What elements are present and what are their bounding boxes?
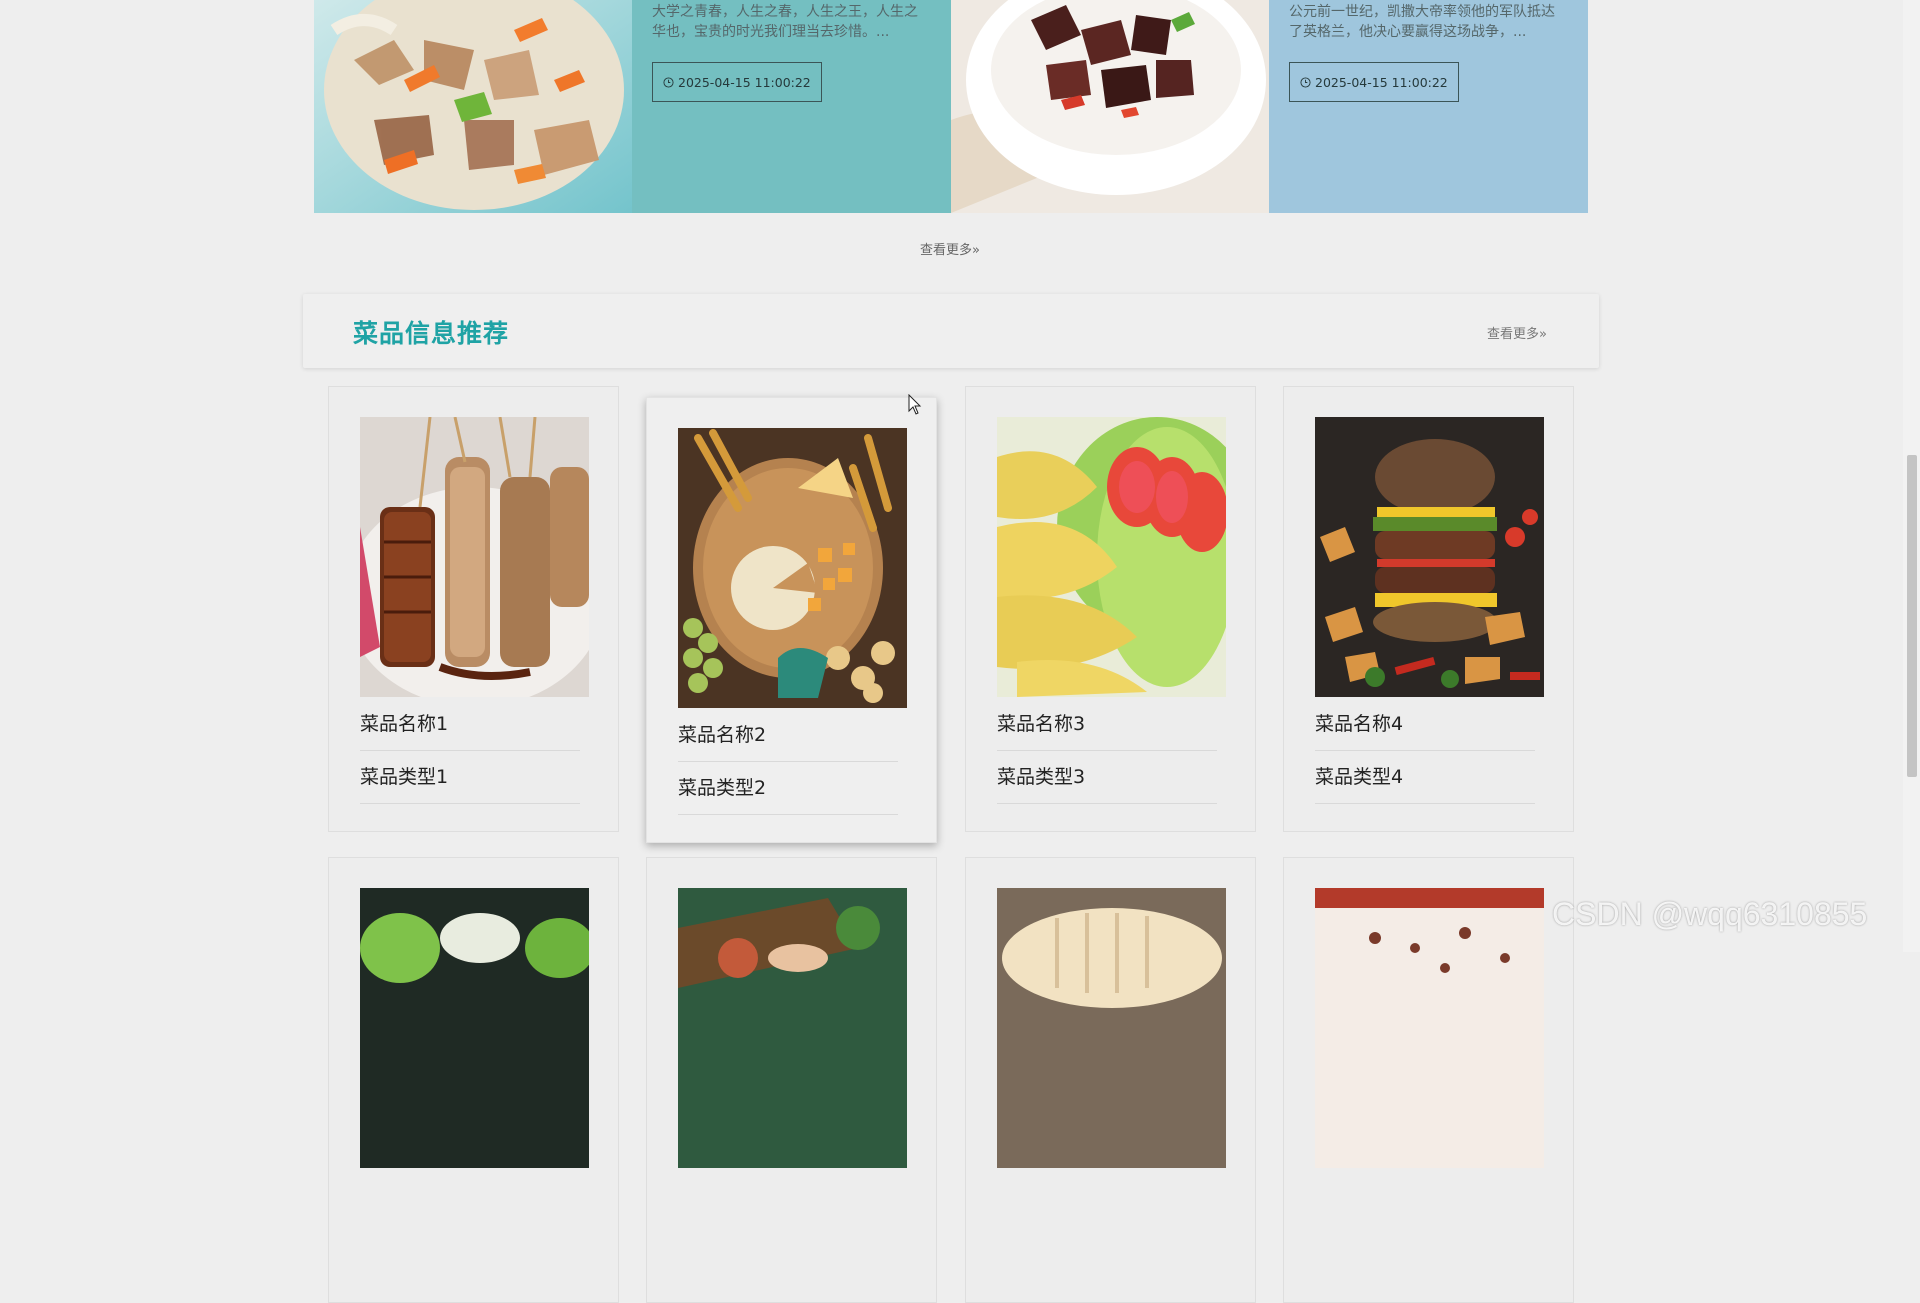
news-more-link[interactable]: 查看更多» <box>920 243 980 258</box>
dish-image[interactable] <box>678 428 907 708</box>
dish-card-3[interactable]: 菜品名称3 菜品类型3 <box>965 386 1256 832</box>
scrollbar-thumb[interactable] <box>1907 455 1917 777</box>
dish-image[interactable] <box>997 888 1226 1168</box>
dish-type: 菜品类型2 <box>678 773 898 815</box>
news-date: 2025-04-15 11:00:22 <box>678 74 811 90</box>
news-excerpt: 大学之青春，人生之春，人生之王，人生之华也，宝贵的时光我们理当去珍惜。... <box>652 4 918 40</box>
dish-image[interactable] <box>1315 417 1544 697</box>
section-more-label: 查看更多 <box>1487 327 1540 342</box>
news-strip: 大学之青春，人生之春，人生之王，人生之华也，宝贵的时光我们理当去珍惜。... 2… <box>314 0 1588 213</box>
mouse-pointer-icon <box>908 394 922 415</box>
dish-image[interactable] <box>997 417 1226 697</box>
dish-name: 菜品名称4 <box>1315 709 1535 751</box>
dish-card-2[interactable]: 菜品名称2 菜品类型2 <box>646 397 937 843</box>
dish-type: 菜品类型4 <box>1315 762 1535 804</box>
dish-name: 菜品名称2 <box>678 720 898 762</box>
section-title: 菜品信息推荐 <box>353 319 510 348</box>
watermark: CSDN @wqq6310855 <box>1552 896 1868 932</box>
double-chevron-right-icon: » <box>972 243 980 258</box>
dish-card-6[interactable] <box>646 857 937 1303</box>
news-date: 2025-04-15 11:00:22 <box>1315 74 1448 90</box>
news-more-row: 查看更多» <box>0 239 1900 258</box>
dish-image[interactable] <box>360 417 589 697</box>
dish-card-4[interactable]: 菜品名称4 菜品类型4 <box>1283 386 1574 832</box>
news-image-braised-meat[interactable] <box>951 0 1269 213</box>
dish-image[interactable] <box>1315 888 1544 1168</box>
dish-type: 菜品类型1 <box>360 762 580 804</box>
news-image-stir-fry[interactable] <box>314 0 632 213</box>
dish-card-7[interactable] <box>965 857 1256 1303</box>
news-date-badge: 2025-04-15 11:00:22 <box>652 62 822 102</box>
section-more-link[interactable]: 查看更多» <box>1487 323 1547 342</box>
dish-image[interactable] <box>360 888 589 1168</box>
news-excerpt: 公元前一世纪，凯撒大帝率领他的军队抵达了英格兰，他决心要赢得这场战争，... <box>1289 4 1555 40</box>
vertical-scrollbar[interactable] <box>1903 0 1920 952</box>
news-card-2[interactable]: 公元前一世纪，凯撒大帝率领他的军队抵达了英格兰，他决心要赢得这场战争，... 2… <box>1269 0 1588 213</box>
dish-card-1[interactable]: 菜品名称1 菜品类型1 <box>328 386 619 832</box>
clock-icon <box>663 76 674 88</box>
dish-name: 菜品名称3 <box>997 709 1217 751</box>
dish-card-8[interactable] <box>1283 857 1574 1303</box>
dish-card-5[interactable] <box>328 857 619 1303</box>
news-card-1[interactable]: 大学之青春，人生之春，人生之王，人生之华也，宝贵的时光我们理当去珍惜。... 2… <box>632 0 951 213</box>
dish-image[interactable] <box>678 888 907 1168</box>
news-more-label: 查看更多 <box>920 243 973 258</box>
dish-recommend-header: 菜品信息推荐 查看更多» <box>303 294 1599 368</box>
dish-type: 菜品类型3 <box>997 762 1217 804</box>
dish-name: 菜品名称1 <box>360 709 580 751</box>
double-chevron-right-icon: » <box>1539 327 1547 342</box>
news-date-badge: 2025-04-15 11:00:22 <box>1289 62 1459 102</box>
clock-icon <box>1300 76 1311 88</box>
